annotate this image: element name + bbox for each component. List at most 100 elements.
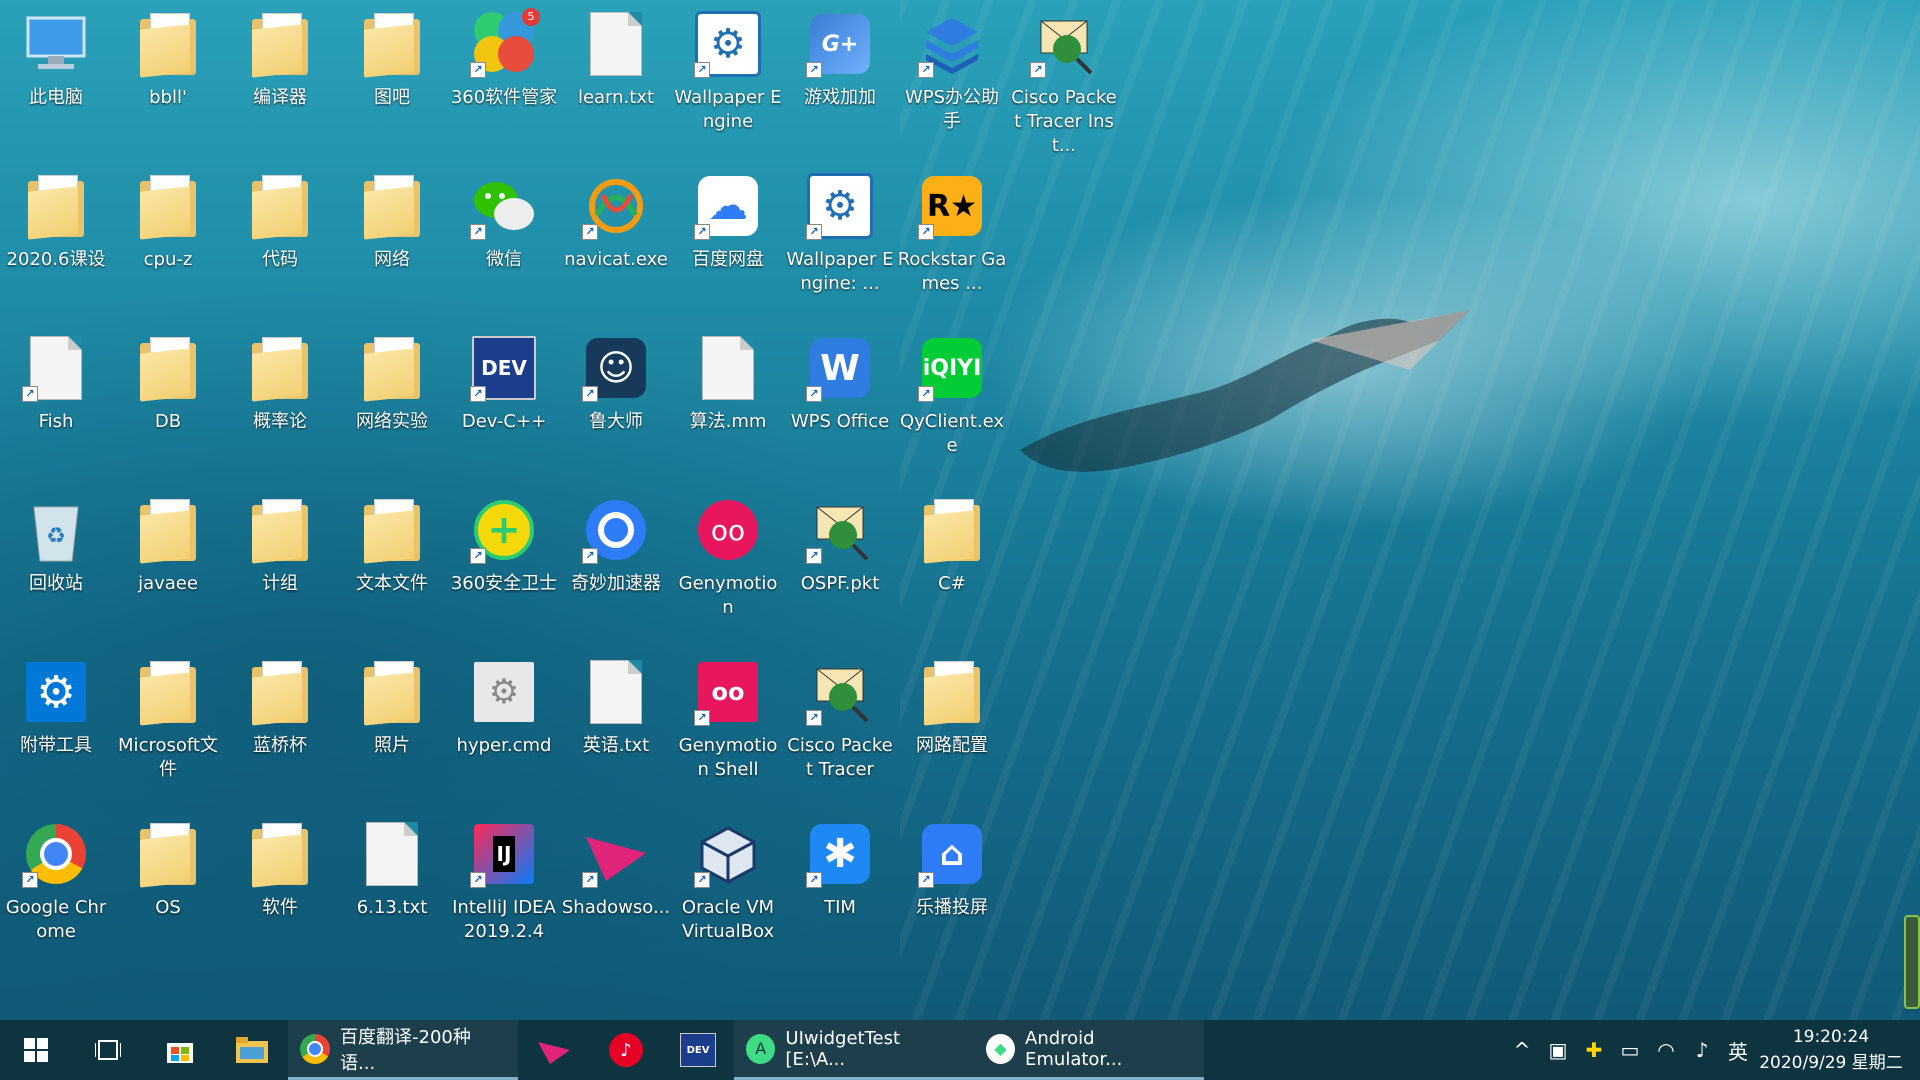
desktop-icon-label: 360安全卫士 [450, 573, 558, 594]
desktop-icon[interactable]: IJ ↗ IntelliJ IDEA 2019.2.4 [449, 814, 559, 974]
360-tray-icon[interactable]: ✚ [1576, 1038, 1612, 1062]
desktop-icon[interactable]: ☺ ↗ 鲁大师 [561, 328, 671, 488]
desktop-icon[interactable]: W ↗ WPS Office [785, 328, 895, 488]
desktop-icon[interactable]: 编译器 [225, 4, 335, 164]
ime-indicator[interactable]: 英 [1720, 1036, 1756, 1065]
desktop-icon[interactable]: ↗ Cisco Packet Tracer Inst... [1009, 4, 1119, 164]
task-view-button[interactable] [72, 1020, 144, 1080]
desktop-icon[interactable]: ↗ Google Chrome [1, 814, 111, 974]
desktop-icon[interactable]: bbll' [113, 4, 223, 164]
desktop-icon[interactable]: 蓝桥杯 [225, 652, 335, 812]
desktop-icon-label: 软件 [262, 897, 298, 918]
desktop-icon[interactable]: + ↗ 360安全卫士 [449, 490, 559, 650]
desktop-icon[interactable]: G+ ↗ 游戏加加 [785, 4, 895, 164]
desktop-icon[interactable]: Microsoft文件 [113, 652, 223, 812]
folder-icon [140, 823, 196, 888]
desktop[interactable]: 此电脑 bbll' 编译器 图吧 5 ↗ 360软件管家 learn.txt ⚙ ↗ Wallpap… [0, 0, 1920, 1020]
svg-text:♻: ♻ [46, 524, 66, 549]
desktop-icon[interactable]: ⚙ hyper.cmd [449, 652, 559, 812]
taskbar-app-chrome[interactable]: 百度翻译-200种语... [288, 1020, 518, 1080]
desktop-icon[interactable]: ⌂ ↗ 乐播投屏 [897, 814, 1007, 974]
desktop-icon[interactable]: iQIYI ↗ QyClient.exe [897, 328, 1007, 488]
desktop-icon-label: Genymotion Shell [678, 735, 778, 780]
desktop-icon[interactable]: DEV ↗ Dev-C++ [449, 328, 559, 488]
desktop-icon[interactable]: 软件 [225, 814, 335, 974]
desktop-icon[interactable]: learn.txt [561, 4, 671, 164]
desktop-icon[interactable]: javaee [113, 490, 223, 650]
desktop-icon-image: ⚙ ↗ [804, 170, 876, 242]
shortcut-arrow-icon: ↗ [918, 872, 934, 888]
desktop-icon[interactable]: 英语.txt [561, 652, 671, 812]
shortcut-arrow-icon: ↗ [470, 386, 486, 402]
desktop-icon-image [356, 332, 428, 404]
desktop-icon[interactable]: ↗ Shadowso... [561, 814, 671, 974]
desktop-icon[interactable]: cpu-z [113, 166, 223, 326]
chevron-up-icon[interactable]: ^ [1504, 1038, 1540, 1062]
desktop-icon[interactable]: ↗ navicat.exe [561, 166, 671, 326]
folder-icon [140, 499, 196, 564]
desktop-icon[interactable]: ⚙ 附带工具 [1, 652, 111, 812]
desktop-icon[interactable]: DB [113, 328, 223, 488]
desktop-icon[interactable]: OS [113, 814, 223, 974]
desktop-icon-image: ↗ [1028, 8, 1100, 80]
desktop-icon[interactable]: ⚙ ↗ Wallpaper Engine: ... [785, 166, 895, 326]
desktop-icon[interactable]: 计组 [225, 490, 335, 650]
clock-time: 19:20:24 [1792, 1027, 1870, 1047]
wifi-icon[interactable]: ◠ [1648, 1038, 1684, 1062]
store-button[interactable] [144, 1020, 216, 1080]
desktop-icon[interactable]: oo Genymotion [673, 490, 783, 650]
taskbar-pin-devcpp[interactable]: DEV [662, 1020, 734, 1080]
desktop-icon[interactable]: ↗ Fish [1, 328, 111, 488]
desktop-icon-image [916, 494, 988, 566]
desktop-icon[interactable]: 概率论 [225, 328, 335, 488]
taskbar-app-android-emulator[interactable]: ◆ Android Emulator... [974, 1020, 1204, 1080]
desktop-icon[interactable]: 文本文件 [337, 490, 447, 650]
desktop-icon[interactable]: 5 ↗ 360软件管家 [449, 4, 559, 164]
desktop-icon[interactable]: ⚙ ↗ Wallpaper Engine [673, 4, 783, 164]
clock[interactable]: 19:20:24 2020/9/29 星期二 [1756, 1024, 1920, 1076]
desktop-icon[interactable]: 此电脑 [1, 4, 111, 164]
desktop-icon[interactable]: ✱ ↗ TIM [785, 814, 895, 974]
desktop-icon[interactable]: 图吧 [337, 4, 447, 164]
desktop-icon[interactable]: 代码 [225, 166, 335, 326]
desktop-icon-image [244, 494, 316, 566]
desktop-icon-image: ⚙ ↗ [692, 8, 764, 80]
desktop-icon[interactable]: ↗ Oracle VM VirtualBox [673, 814, 783, 974]
taskbar-pin-netease-music[interactable]: ♪ [590, 1020, 662, 1080]
desktop-icon-image: ↗ [804, 656, 876, 728]
battery-icon[interactable]: ▭ [1612, 1038, 1648, 1062]
desktop-icon[interactable]: ↗ Cisco Packet Tracer [785, 652, 895, 812]
desktop-icon[interactable]: C# [897, 490, 1007, 650]
desktop-icon[interactable]: 照片 [337, 652, 447, 812]
desktop-icon[interactable]: ↗ OSPF.pkt [785, 490, 895, 650]
desktop-icon[interactable]: 6.13.txt [337, 814, 447, 974]
folder-icon [252, 175, 308, 240]
taskbar-pin-shadowsocks[interactable] [518, 1020, 590, 1080]
desktop-icon-image: + ↗ [468, 494, 540, 566]
security-center-icon[interactable]: ▣ [1540, 1038, 1576, 1062]
desktop-icon[interactable]: 网络 [337, 166, 447, 326]
desktop-icon[interactable]: ↗ 微信 [449, 166, 559, 326]
desktop-icon[interactable]: ↗ WPS办公助手 [897, 4, 1007, 164]
desktop-icon-label: Fish [38, 411, 74, 432]
desktop-icon[interactable]: 算法.mm [673, 328, 783, 488]
desktop-icon-label: 编译器 [253, 87, 307, 108]
file-explorer-button[interactable] [216, 1020, 288, 1080]
start-button[interactable] [0, 1020, 72, 1080]
android-studio-icon: A [746, 1033, 776, 1064]
desktop-icon[interactable]: ☁ ↗ 百度网盘 [673, 166, 783, 326]
desktop-icon[interactable]: 2020.6课设 [1, 166, 111, 326]
desktop-icon-label: Wallpaper Engine [674, 87, 782, 132]
desktop-icon-image: ↗ [804, 494, 876, 566]
taskbar-app-android-studio[interactable]: A UIwidgetTest [E:\A... [734, 1020, 974, 1080]
desktop-icon[interactable]: oo ↗ Genymotion Shell [673, 652, 783, 812]
desktop-icon[interactable]: 网络实验 [337, 328, 447, 488]
desktop-icon[interactable]: ↗ 奇妙加速器 [561, 490, 671, 650]
volume-icon[interactable]: ♪ [1684, 1038, 1720, 1062]
desktop-icon[interactable]: ♻ 回收站 [1, 490, 111, 650]
desktop-icon[interactable]: R★ ↗ Rockstar Games ... [897, 166, 1007, 326]
desktop-icon-label: 鲁大师 [589, 411, 643, 432]
folder-icon [140, 661, 196, 726]
desktop-icon[interactable]: 网路配置 [897, 652, 1007, 812]
store-icon [167, 1043, 193, 1063]
